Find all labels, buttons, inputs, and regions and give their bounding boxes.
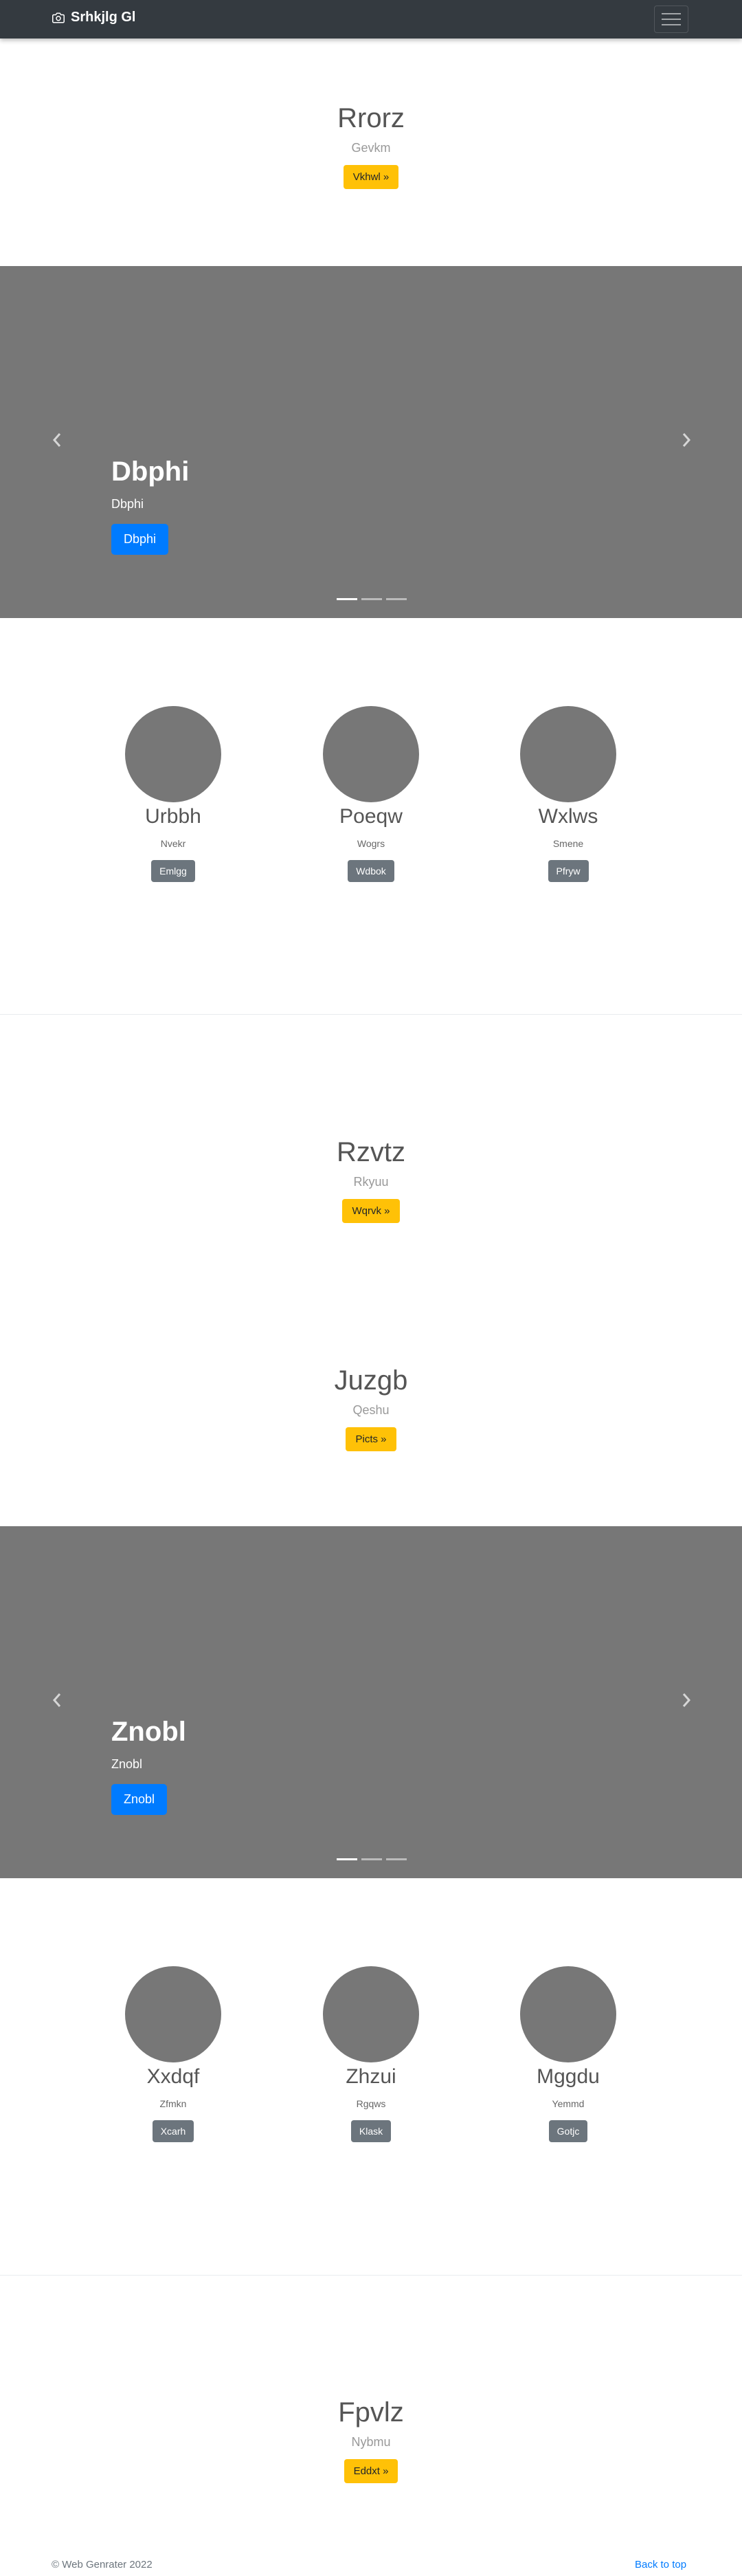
column-title: Mggdu bbox=[537, 2065, 600, 2088]
section-subtitle: Qeshu bbox=[352, 1403, 390, 1417]
carousel-caption: Dbphi Dbphi Dbphi bbox=[111, 456, 189, 555]
carousel-text: Znobl bbox=[111, 1757, 143, 1771]
carousel-indicator[interactable] bbox=[361, 1858, 382, 1860]
placeholder-image bbox=[125, 1966, 221, 2062]
marketing-column: Wxlws Smene Pfryw bbox=[472, 706, 664, 882]
marketing-column: Mggdu Yemmd Gotjc bbox=[472, 1966, 664, 2142]
column-title: Wxlws bbox=[538, 805, 598, 828]
carousel-indicator[interactable] bbox=[361, 598, 382, 600]
column-text: Nvekr bbox=[160, 838, 186, 849]
column-title: Poeqw bbox=[339, 805, 403, 828]
marketing-column: Poeqw Wogrs Wdbok bbox=[275, 706, 467, 882]
chevron-left-icon bbox=[52, 1693, 61, 1707]
section-title: Fpvlz bbox=[338, 2397, 404, 2428]
section-subtitle: Rkyuu bbox=[353, 1175, 389, 1189]
carousel-title: Dbphi bbox=[111, 456, 190, 487]
column-title: Urbbh bbox=[145, 805, 201, 828]
marketing-column: Xxdqf Zfmkn Xcarh bbox=[77, 1966, 269, 2142]
column-button[interactable]: Pfryw bbox=[548, 860, 589, 882]
column-text: Wogrs bbox=[357, 838, 385, 849]
column-text: Zfmkn bbox=[159, 2098, 187, 2109]
marketing-column: Zhzui Rgqws Klask bbox=[275, 1966, 467, 2142]
carousel: Dbphi Dbphi Dbphi bbox=[0, 266, 742, 618]
hero-section: Fpvlz Nybmu Eddxt » bbox=[0, 2397, 742, 2483]
column-button[interactable]: Wdbok bbox=[348, 860, 394, 882]
column-button[interactable]: Gotjc bbox=[548, 2120, 588, 2142]
carousel: Znobl Znobl Znobl bbox=[0, 1526, 742, 1878]
column-button[interactable]: Klask bbox=[350, 2120, 392, 2142]
featurette-divider bbox=[0, 1014, 742, 1015]
section-button[interactable]: Eddxt » bbox=[344, 2459, 398, 2483]
section-button[interactable]: Vkhwl » bbox=[343, 165, 399, 189]
copyright-text: © Web Genrater 2022 bbox=[52, 2559, 153, 2571]
section-title: Rzvtz bbox=[337, 1137, 405, 1167]
placeholder-image bbox=[323, 706, 419, 802]
column-title: Xxdqf bbox=[146, 2065, 200, 2088]
carousel-title: Znobl bbox=[111, 1717, 186, 1747]
placeholder-image bbox=[125, 706, 221, 802]
carousel-prev-button[interactable] bbox=[47, 430, 67, 450]
carousel-indicators bbox=[337, 598, 407, 600]
column-text: Smene bbox=[552, 838, 584, 849]
section-title: Juzgb bbox=[334, 1365, 408, 1396]
hero-section: Juzgb Qeshu Picts » bbox=[0, 1365, 742, 1451]
navbar-toggler[interactable] bbox=[654, 5, 688, 33]
section-subtitle: Gevkm bbox=[351, 141, 391, 155]
carousel-indicator[interactable] bbox=[337, 598, 357, 600]
marketing-column: Urbbh Nvekr Emlgg bbox=[77, 706, 269, 882]
carousel-indicator[interactable] bbox=[386, 598, 407, 600]
column-text: Rgqws bbox=[356, 2098, 386, 2109]
carousel-caption: Znobl Znobl Znobl bbox=[111, 1717, 186, 1815]
carousel-indicators bbox=[337, 1858, 407, 1860]
back-to-top-link[interactable]: Back to top bbox=[635, 2559, 686, 2571]
carousel-button[interactable]: Dbphi bbox=[111, 524, 169, 555]
section-title: Rrorz bbox=[337, 103, 405, 133]
chevron-right-icon bbox=[682, 1693, 691, 1707]
carousel-text: Dbphi bbox=[111, 497, 144, 511]
section-button[interactable]: Picts » bbox=[346, 1427, 396, 1451]
carousel-indicator[interactable] bbox=[337, 1858, 357, 1860]
carousel-indicator[interactable] bbox=[386, 1858, 407, 1860]
hero-section: Rzvtz Rkyuu Wqrvk » bbox=[0, 1137, 742, 1223]
column-button[interactable]: Xcarh bbox=[152, 2120, 194, 2142]
section-subtitle: Nybmu bbox=[351, 2435, 391, 2449]
placeholder-image bbox=[520, 706, 616, 802]
column-text: Yemmd bbox=[552, 2098, 585, 2109]
carousel-button[interactable]: Znobl bbox=[111, 1784, 168, 1815]
carousel-prev-button[interactable] bbox=[47, 1690, 67, 1710]
placeholder-image bbox=[323, 1966, 419, 2062]
chevron-left-icon bbox=[52, 433, 61, 447]
column-button[interactable]: Emlgg bbox=[151, 860, 195, 882]
section-button[interactable]: Wqrvk » bbox=[342, 1199, 400, 1223]
hero-section: Rrorz Gevkm Vkhwl » bbox=[0, 103, 742, 189]
camera-icon bbox=[52, 12, 65, 23]
carousel-next-button[interactable] bbox=[676, 430, 697, 450]
chevron-right-icon bbox=[682, 433, 691, 447]
carousel-next-button[interactable] bbox=[676, 1690, 697, 1710]
placeholder-image bbox=[520, 1966, 616, 2062]
featurette-divider bbox=[0, 2275, 742, 2276]
brand-link[interactable]: Srhkjlg Gl bbox=[52, 10, 135, 25]
hamburger-icon bbox=[662, 13, 681, 14]
brand-name: Srhkjlg Gl bbox=[71, 10, 136, 25]
navbar: Srhkjlg Gl bbox=[0, 0, 742, 38]
column-title: Zhzui bbox=[346, 2065, 396, 2088]
